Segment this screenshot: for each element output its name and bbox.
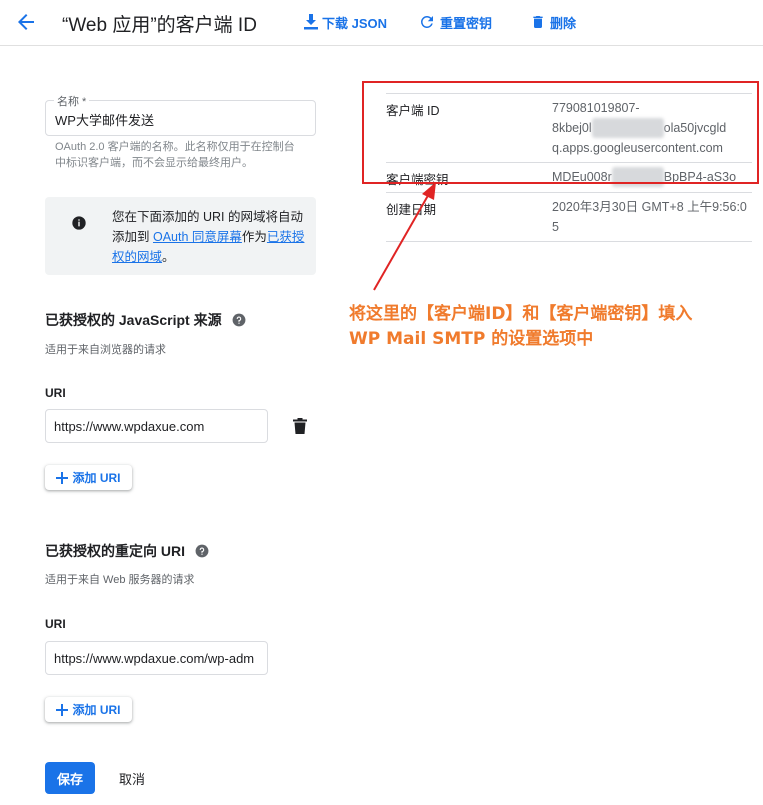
name-field-value: WP大学邮件发送: [55, 113, 154, 128]
page-title: “Web 应用”的客户端 ID: [62, 15, 257, 36]
trash-icon: [533, 16, 543, 28]
annotation-text: 将这里的【客户端ID】和【客户端密钥】填入 WP Mail SMTP 的设置选项…: [349, 302, 749, 352]
redirect-uri-input[interactable]: [45, 641, 268, 675]
download-json-label: 下载 JSON: [322, 15, 388, 31]
name-field[interactable]: 名称 * WP大学邮件发送: [45, 93, 316, 136]
redirect-uris-uri-label: URI: [45, 617, 66, 631]
oauth-consent-link[interactable]: OAuth 同意屏幕: [153, 230, 242, 244]
info-box: 您在下面添加的 URI 的网域将自动添加到 OAuth 同意屏幕作为已获授权的网…: [45, 197, 316, 275]
redirect-uris-desc: 适用于来自 Web 服务器的请求: [45, 574, 195, 586]
info-icon: [72, 216, 86, 230]
help-icon[interactable]: [232, 313, 246, 327]
js-origin-uri-input[interactable]: [45, 409, 268, 443]
js-origins-title-text: 已获授权的 JavaScript 来源: [45, 312, 222, 328]
arrow-back-icon[interactable]: [14, 10, 38, 34]
annotation-line-1: 将这里的【客户端ID】和【客户端密钥】填入: [349, 304, 693, 324]
plus-icon: [56, 471, 69, 484]
redirect-uris-title: 已获授权的重定向 URI: [45, 541, 209, 561]
download-json-button[interactable]: 下载 JSON: [304, 12, 387, 32]
info-text: 您在下面添加的 URI 的网域将自动添加到 OAuth 同意屏幕作为已获授权的网…: [112, 207, 308, 267]
redirect-uris-title-text: 已获授权的重定向 URI: [45, 543, 185, 559]
top-bar: “Web 应用”的客户端 ID 下载 JSON 重置密钥 删除: [0, 0, 763, 46]
created-date-value: 2020年3月30日 GMT+8 上午9:56:05: [552, 200, 747, 234]
js-origins-uri-label: URI: [45, 386, 66, 400]
add-uri-label: 添加 URI: [72, 703, 121, 717]
download-icon: [304, 14, 318, 30]
annotation-arrow: [373, 182, 436, 291]
info-text-middle: 作为: [241, 230, 267, 244]
help-icon[interactable]: [195, 544, 209, 558]
add-js-origin-uri-button[interactable]: 添加 URI: [45, 465, 132, 490]
info-text-after: 。: [162, 250, 175, 264]
name-field-label: 名称 *: [54, 93, 90, 109]
add-uri-label: 添加 URI: [72, 471, 121, 485]
reset-secret-button[interactable]: 重置密钥: [418, 12, 492, 32]
delete-label: 删除: [550, 15, 577, 31]
highlight-box: [362, 81, 759, 184]
trash-icon[interactable]: [293, 418, 307, 434]
add-redirect-uri-button[interactable]: 添加 URI: [45, 697, 132, 722]
refresh-icon: [420, 15, 433, 28]
js-origins-title: 已获授权的 JavaScript 来源: [45, 310, 246, 330]
plus-icon: [56, 703, 69, 716]
reset-secret-label: 重置密钥: [440, 15, 493, 31]
cancel-button[interactable]: 取消: [110, 762, 154, 794]
delete-button[interactable]: 删除: [530, 12, 576, 32]
name-help-text: OAuth 2.0 客户端的名称。此名称仅用于在控制台中标识客户端，而不会显示给…: [55, 141, 295, 169]
save-button[interactable]: 保存: [45, 762, 95, 794]
js-origins-desc: 适用于来自浏览器的请求: [45, 344, 166, 356]
annotation-line-2: WP Mail SMTP 的设置选项中: [349, 329, 594, 349]
